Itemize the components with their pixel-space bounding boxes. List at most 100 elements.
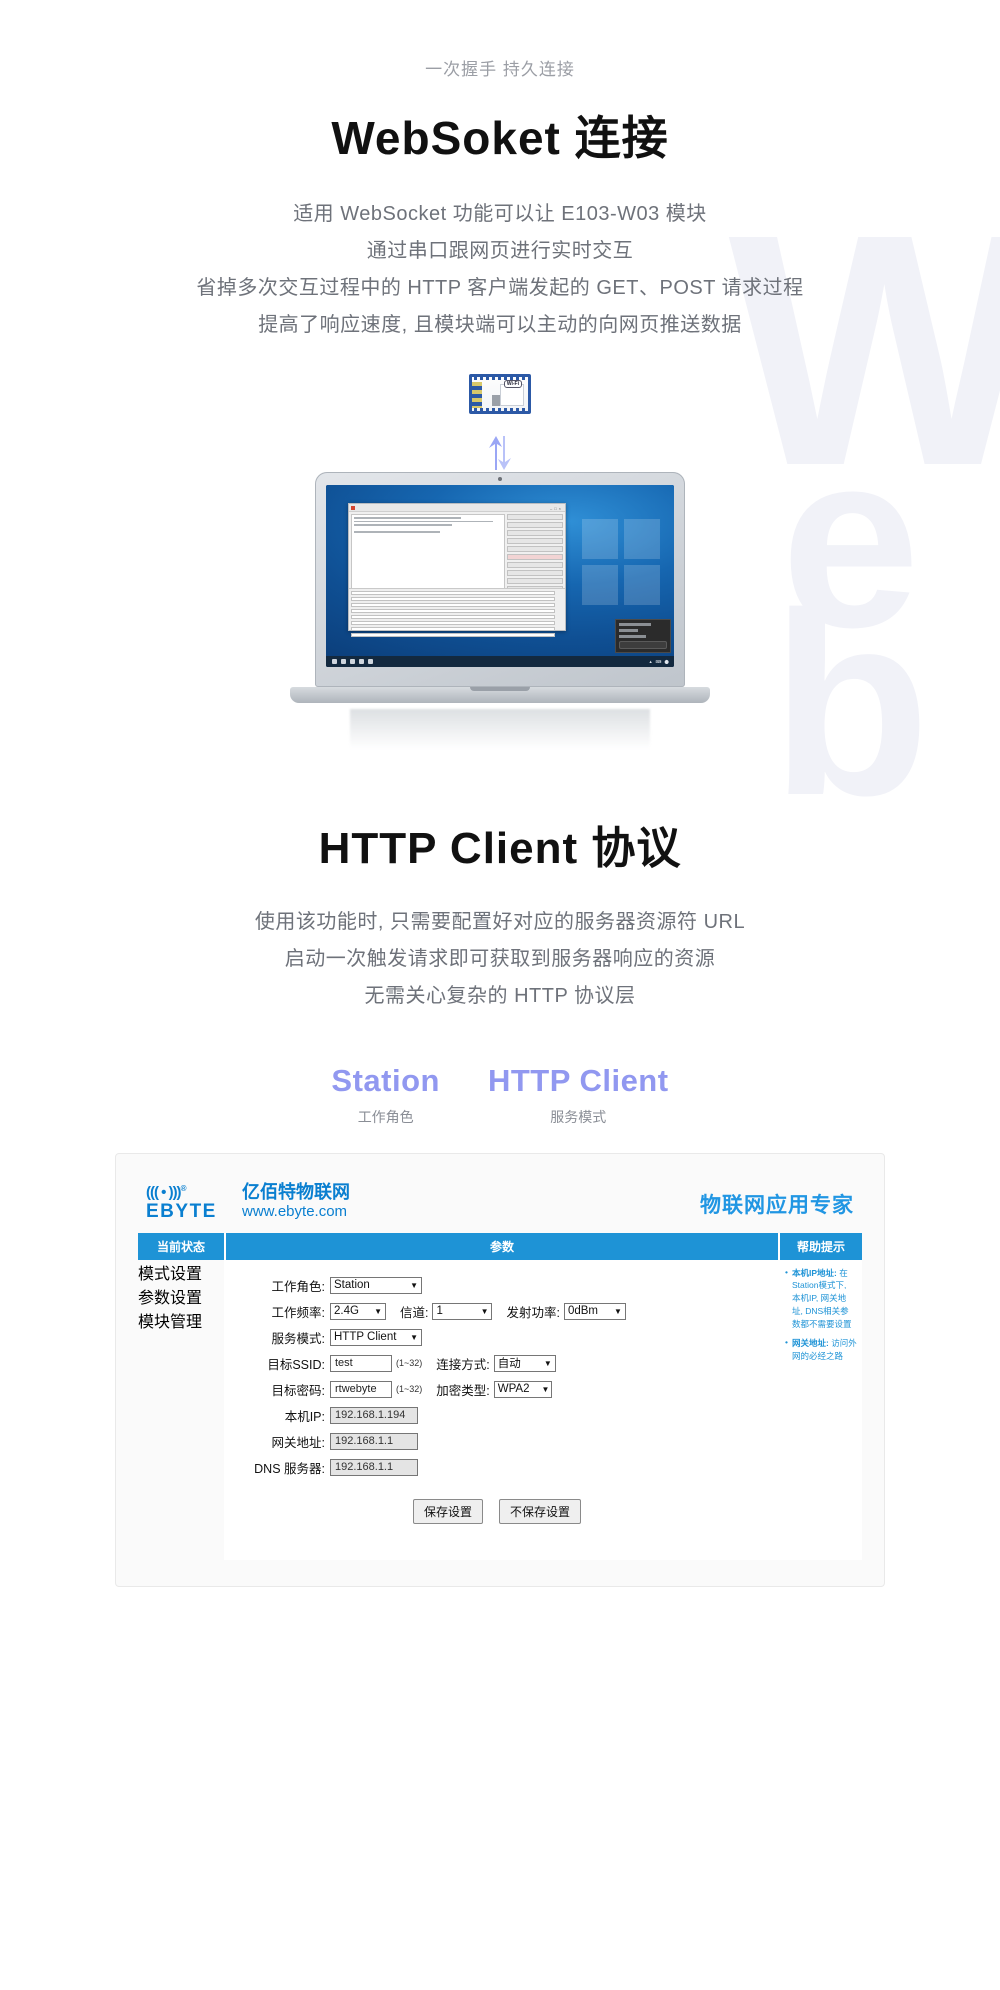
http-client-section: HTTP Client 协议 使用该功能时, 只需要配置好对应的服务器资源符 U… <box>0 812 1000 1015</box>
params-header: 参数 <box>226 1232 780 1260</box>
form-actions: 保存设置 不保存设置 <box>226 1498 768 1524</box>
brand-name-cn: 亿佰特物联网 <box>242 1182 350 1202</box>
help-list: 本机IP地址: 在Station模式下, 本机IP, 网关地址, DNS相关参数… <box>785 1266 857 1363</box>
tx-power-label: 发射功率: <box>506 1305 560 1320</box>
sidebar-item-param-settings[interactable]: 参数设置 <box>138 1284 224 1308</box>
laptop-reflection <box>350 709 650 749</box>
work-role-label: 工作角色: <box>271 1279 325 1294</box>
help-item-local-ip: 本机IP地址: 在Station模式下, 本机IP, 网关地址, DNS相关参数… <box>785 1266 857 1331</box>
window-controls[interactable]: –□× <box>550 506 563 511</box>
help-item-gateway: 网关地址: 访问外网的必经之路 <box>785 1336 857 1363</box>
channel-value: 1 <box>436 1305 443 1318</box>
tx-power-select[interactable]: 0dBm ▼ <box>563 1302 626 1320</box>
ebyte-logo: ((( • )))® EBYTE <box>146 1184 232 1222</box>
brand-slogan: 物联网应用专家 <box>700 1193 854 1217</box>
explorer-icon <box>350 659 355 664</box>
target-password-input[interactable]: rtwebyte <box>330 1380 392 1398</box>
notification-button[interactable] <box>619 641 667 649</box>
section1-title: WebSoket 连接 <box>331 112 669 164</box>
page-root: W e b 一次握手 持久连接 WebSoket 连接 适用 WebSocket… <box>0 55 1000 1990</box>
help-item-local-ip-title: 本机IP地址: <box>792 1267 837 1278</box>
chevron-down-icon: ▼ <box>541 1384 550 1394</box>
local-ip-input[interactable]: 192.168.1.194 <box>330 1406 418 1424</box>
row-frequency: 工作频率: 2.4G ▼ 信道: 1 ▼ 发射功率: 0dBm ▼ <box>226 1302 768 1321</box>
laptop-image: –□× ▲ ⌨ ⬤ <box>0 472 1000 812</box>
role-http-client: HTTP Client 服务模式 <box>488 1063 669 1127</box>
websocket-section: 一次握手 持久连接 WebSoket 连接 适用 WebSocket 功能可以让… <box>0 55 1000 344</box>
encryption-label: 加密类型: <box>436 1383 490 1398</box>
row-local-ip: 本机IP: 192.168.1.194 <box>226 1406 768 1425</box>
tx-power-value: 0dBm <box>567 1305 599 1318</box>
section1-description: 适用 WebSocket 功能可以让 E103-W03 模块 通过串口跟网页进行… <box>0 196 1000 344</box>
window-titlebar[interactable]: –□× <box>349 504 565 512</box>
dns-input[interactable]: 192.168.1.1 <box>330 1458 418 1476</box>
brand-logo-group: ((( • )))® EBYTE 亿佰特物联网 www.ebyte.com <box>146 1182 350 1221</box>
row-work-role: 工作角色: Station ▼ <box>226 1276 768 1295</box>
gateway-input[interactable]: 192.168.1.1 <box>330 1432 418 1450</box>
gateway-label: 网关地址: <box>271 1435 325 1450</box>
module-pads-bottom <box>474 408 526 412</box>
bidirectional-arrow-icon <box>489 436 511 470</box>
help-column: 帮助提示 本机IP地址: 在Station模式下, 本机IP, 网关地址, DN… <box>780 1232 862 1560</box>
send-panel[interactable] <box>349 588 565 637</box>
module-pcb: Wi-Fi <box>469 374 531 414</box>
wifi-module-image: Wi-Fi <box>0 374 1000 430</box>
discard-button[interactable]: 不保存设置 <box>499 1498 582 1524</box>
encryption-select[interactable]: WPA2 ▼ <box>493 1380 552 1398</box>
laptop-lid: –□× ▲ ⌨ ⬤ <box>315 472 685 687</box>
service-mode-select[interactable]: HTTP Client ▼ <box>330 1328 422 1346</box>
save-button[interactable]: 保存设置 <box>412 1498 483 1524</box>
brand-header: ((( • )))® EBYTE 亿佰特物联网 www.ebyte.com 物联… <box>138 1176 862 1233</box>
chevron-down-icon: ▼ <box>410 1332 418 1342</box>
row-service-mode: 服务模式: HTTP Client ▼ <box>226 1328 768 1347</box>
connect-mode-select[interactable]: 自动 ▼ <box>493 1354 556 1372</box>
section2-line-3: 无需关心复杂的 HTTP 协议层 <box>364 985 636 1007</box>
mail-icon <box>368 659 373 664</box>
notification-toast[interactable] <box>615 619 671 653</box>
section1-line-2: 通过串口跟网页进行实时交互 <box>366 240 634 262</box>
section2-description: 使用该功能时, 只需要配置好对应的服务器资源符 URL 启动一次触发请求即可获取… <box>0 904 1000 1015</box>
ssid-length-hint: (1~32) <box>396 1358 423 1369</box>
role-http-client-name: HTTP Client <box>487 1063 669 1098</box>
serial-tool-window[interactable]: –□× <box>348 503 566 637</box>
work-role-select[interactable]: Station ▼ <box>330 1276 422 1294</box>
connect-mode-label: 连接方式: <box>436 1357 490 1372</box>
ebyte-wordmark: EBYTE <box>146 1200 217 1222</box>
channel-select[interactable]: 1 ▼ <box>432 1302 493 1320</box>
brand-text: 亿佰特物联网 www.ebyte.com <box>242 1182 350 1221</box>
chevron-down-icon: ▼ <box>480 1306 489 1316</box>
start-icon <box>332 659 337 664</box>
target-password-label: 目标密码: <box>271 1383 325 1398</box>
help-header: 帮助提示 <box>780 1232 862 1260</box>
chevron-down-icon: ▼ <box>410 1280 418 1290</box>
sidebar-item-mode-settings[interactable]: 模式设置 <box>138 1260 224 1284</box>
service-mode-label: 服务模式: <box>271 1331 325 1346</box>
laptop-webcam <box>498 477 502 481</box>
target-ssid-input[interactable]: test <box>330 1354 392 1372</box>
role-station: Station 工作角色 <box>331 1063 440 1127</box>
chevron-down-icon: ▼ <box>543 1358 552 1368</box>
sidebar-item-module-manage[interactable]: 模块管理 <box>138 1308 224 1332</box>
frequency-value: 2.4G <box>334 1305 359 1318</box>
service-mode-value: HTTP Client <box>334 1331 397 1344</box>
module-pads-left <box>472 382 482 408</box>
frequency-select[interactable]: 2.4G ▼ <box>330 1302 386 1320</box>
system-tray[interactable]: ▲ ⌨ ⬤ <box>649 659 670 664</box>
menu-filler <box>138 1332 224 1560</box>
role-labels: Station 工作角色 HTTP Client 服务模式 <box>0 1063 1000 1127</box>
store-icon <box>359 659 364 664</box>
windows-taskbar[interactable]: ▲ ⌨ ⬤ <box>326 656 674 667</box>
target-ssid-label: 目标SSID: <box>267 1357 325 1372</box>
connect-mode-value: 自动 <box>497 1358 521 1371</box>
config-web-ui-card: ((( • )))® EBYTE 亿佰特物联网 www.ebyte.com 物联… <box>115 1153 885 1587</box>
edge-icon <box>341 659 346 664</box>
row-dns: DNS 服务器: 192.168.1.1 <box>226 1458 768 1477</box>
section1-line-1: 适用 WebSocket 功能可以让 E103-W03 模块 <box>293 203 707 225</box>
role-station-caption: 工作角色 <box>357 1109 414 1125</box>
settings-form: 工作角色: Station ▼ 工作频率: 2.4G ▼ 信道: 1 ▼ 发射功… <box>226 1259 780 1560</box>
section2-title: HTTP Client 协议 <box>318 824 682 873</box>
status-header: 当前状态 <box>138 1232 226 1260</box>
windows-logo <box>582 519 660 605</box>
local-ip-label: 本机IP: <box>284 1409 325 1424</box>
config-panel: 当前状态 模式设置 参数设置 模块管理 参数 工作角色: Station ▼ 工… <box>138 1232 862 1560</box>
